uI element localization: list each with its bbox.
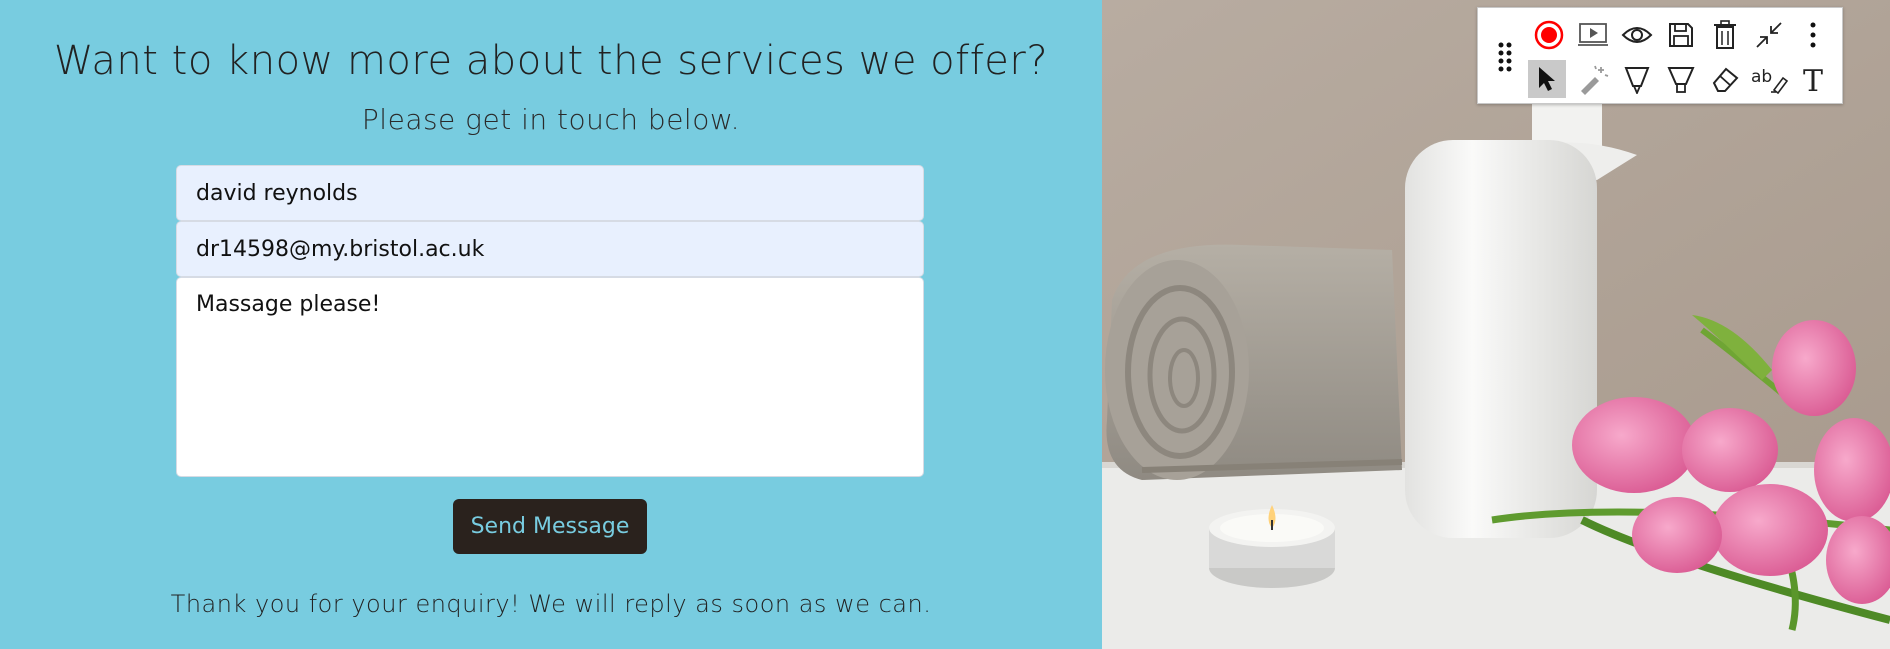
play-screen-icon[interactable] bbox=[1574, 16, 1612, 54]
collapse-icon[interactable] bbox=[1750, 16, 1788, 54]
message-field[interactable]: Massage please! bbox=[176, 277, 924, 477]
trash-icon[interactable] bbox=[1706, 16, 1744, 54]
page-subtitle: Please get in touch below. bbox=[361, 103, 741, 136]
highlighter-icon[interactable] bbox=[1662, 60, 1700, 98]
cursor-icon[interactable] bbox=[1528, 60, 1566, 98]
annotation-toolbar: ab T bbox=[1477, 7, 1843, 104]
confirmation-text: Thank you for your enquiry! We will repl… bbox=[170, 590, 932, 618]
page-title: Want to know more about the services we … bbox=[53, 38, 1049, 84]
laser-pointer-icon[interactable] bbox=[1574, 60, 1612, 98]
more-vertical-icon[interactable] bbox=[1794, 16, 1832, 54]
record-icon[interactable] bbox=[1530, 16, 1568, 54]
save-icon[interactable] bbox=[1662, 16, 1700, 54]
send-message-button[interactable]: Send Message bbox=[453, 499, 647, 554]
text-select-icon[interactable]: ab bbox=[1750, 60, 1788, 98]
email-field[interactable]: dr14598@my.bristol.ac.uk bbox=[176, 221, 924, 277]
eraser-icon[interactable] bbox=[1706, 60, 1744, 98]
text-select-glyph: ab bbox=[1751, 67, 1772, 87]
text-tool-icon[interactable]: T bbox=[1794, 60, 1832, 98]
eye-icon[interactable] bbox=[1618, 16, 1656, 54]
text-tool-glyph: T bbox=[1803, 64, 1823, 95]
drag-handle-icon[interactable] bbox=[1498, 42, 1512, 72]
contact-section: Want to know more about the services we … bbox=[0, 0, 1102, 649]
name-field[interactable]: david reynolds bbox=[176, 165, 924, 221]
towel bbox=[1105, 244, 1403, 480]
pen-icon[interactable] bbox=[1618, 60, 1656, 98]
candle bbox=[1209, 505, 1335, 588]
